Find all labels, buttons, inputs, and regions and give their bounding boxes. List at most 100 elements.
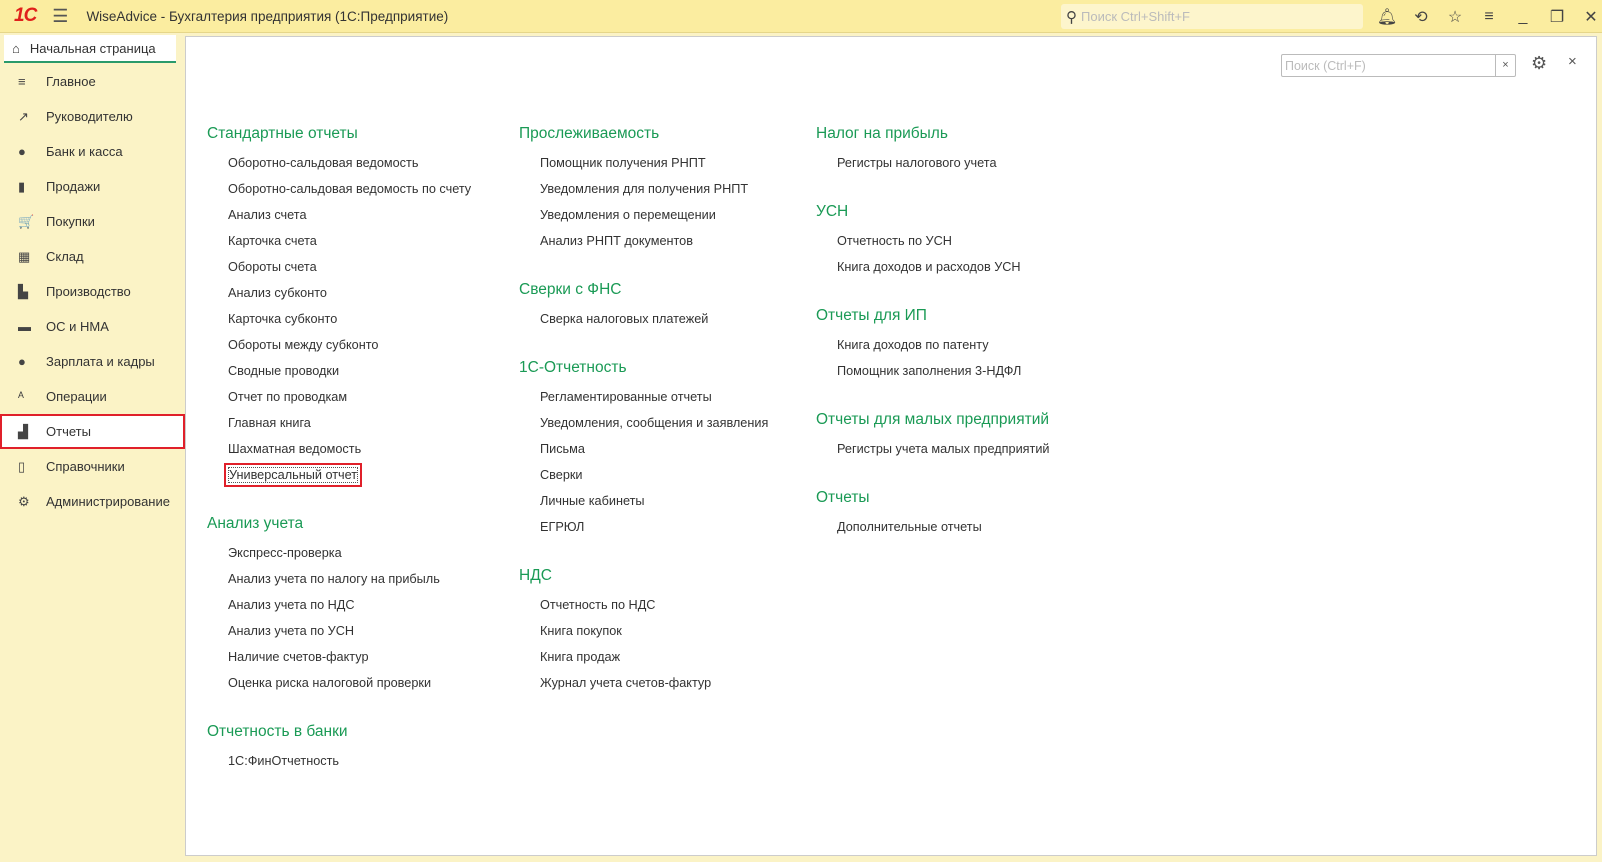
- restore-icon[interactable]: ❐: [1540, 7, 1574, 27]
- reports-panel: Поиск (Ctrl+F) × ⚙ × Стандартные отчеты Об…: [185, 36, 1597, 856]
- section-icon: ▮: [18, 178, 26, 194]
- section-icon: ▬: [18, 319, 31, 334]
- group-heading: 1С-Отчетность: [519, 359, 627, 376]
- group-heading: Отчеты: [816, 489, 870, 506]
- report-link[interactable]: Книга доходов по патенту: [816, 337, 1050, 363]
- report-link[interactable]: Книга продаж: [519, 649, 768, 675]
- report-link[interactable]: Регистры учета малых предприятий: [816, 441, 1050, 467]
- sidebar-item[interactable]: ▙ Производство: [0, 274, 185, 309]
- group-heading: Отчеты для малых предприятий: [816, 411, 1050, 428]
- report-link[interactable]: Карточка счета: [207, 233, 471, 259]
- section-icon: ↗: [18, 108, 29, 124]
- title-bar: 1С ☰ WiseAdvice - Бухгалтерия предприяти…: [0, 0, 1602, 33]
- report-link[interactable]: Книга покупок: [519, 623, 768, 649]
- report-link[interactable]: Наличие счетов-фактур: [207, 649, 471, 675]
- report-link[interactable]: Личные кабинеты: [519, 493, 768, 519]
- report-link[interactable]: Анализ учета по УСН: [207, 623, 471, 649]
- group-heading: НДС: [519, 567, 552, 584]
- report-link[interactable]: Обороты между субконто: [207, 337, 471, 363]
- report-link[interactable]: Отчетность по НДС: [519, 597, 768, 623]
- sidebar: ≡ Главное ↗ Руководителю ● Банк и касса ▮ Прода…: [0, 64, 185, 519]
- menu-icon[interactable]: ☰: [52, 6, 68, 27]
- sidebar-item[interactable]: ↗ Руководителю: [0, 99, 185, 134]
- section-icon: ▯: [18, 458, 26, 474]
- search-icon: ⚲: [1066, 8, 1077, 26]
- sidebar-item[interactable]: ▬ ОС и НМА: [0, 309, 185, 344]
- report-link[interactable]: Универсальный отчет: [207, 463, 471, 493]
- sidebar-item[interactable]: ▦ Склад: [0, 239, 185, 274]
- report-link[interactable]: Помощник получения РНПТ: [519, 155, 768, 181]
- minimize-icon[interactable]: _: [1506, 8, 1540, 26]
- group-heading: Отчеты для ИП: [816, 307, 927, 324]
- group-heading: Анализ учета: [207, 515, 304, 532]
- report-link[interactable]: Уведомления для получения РНПТ: [519, 181, 768, 207]
- report-link[interactable]: Обороты счета: [207, 259, 471, 285]
- section-icon: ⚙: [18, 493, 30, 509]
- group-heading: Стандартные отчеты: [207, 125, 358, 142]
- panel-search-input[interactable]: Поиск (Ctrl+F) ×: [1281, 54, 1516, 77]
- report-link[interactable]: Регламентированные отчеты: [519, 389, 768, 415]
- global-search-input[interactable]: ⚲ Поиск Ctrl+Shift+F: [1061, 4, 1363, 29]
- home-icon: ⌂: [12, 40, 20, 56]
- report-link[interactable]: Карточка субконто: [207, 311, 471, 337]
- report-link[interactable]: Отчет по проводкам: [207, 389, 471, 415]
- report-link[interactable]: Анализ учета по НДС: [207, 597, 471, 623]
- section-icon: ≡: [18, 74, 26, 89]
- tab-home[interactable]: ⌂ Начальная страница: [4, 35, 176, 63]
- report-link[interactable]: Отчетность по УСН: [816, 233, 1050, 259]
- bell-icon[interactable]: 🔔︎: [1370, 7, 1404, 27]
- report-link[interactable]: Главная книга: [207, 415, 471, 441]
- report-link[interactable]: Сверка налоговых платежей: [519, 311, 768, 337]
- report-link[interactable]: Анализ субконто: [207, 285, 471, 311]
- group-heading: Сверки с ФНС: [519, 281, 622, 298]
- report-link[interactable]: Сводные проводки: [207, 363, 471, 389]
- report-link[interactable]: Шахматная ведомость: [207, 441, 471, 467]
- report-link[interactable]: Экспресс-проверка: [207, 545, 471, 571]
- section-icon: ▟: [18, 423, 28, 439]
- group-heading: Прослеживаемость: [519, 125, 660, 142]
- sidebar-item[interactable]: ≡ Главное: [0, 64, 185, 99]
- report-link[interactable]: Регистры налогового учета: [816, 155, 1050, 181]
- report-link[interactable]: Уведомления о перемещении: [519, 207, 768, 233]
- report-link[interactable]: Оборотно-сальдовая ведомость: [207, 155, 471, 181]
- section-icon: 🛒: [18, 213, 35, 229]
- report-link[interactable]: Анализ учета по налогу на прибыль: [207, 571, 471, 597]
- history-icon[interactable]: ⟲: [1404, 7, 1438, 27]
- report-link[interactable]: Оборотно-сальдовая ведомость по счету: [207, 181, 471, 207]
- column-2: Прослеживаемость Помощник получения РНПТ У…: [519, 124, 768, 701]
- section-icon: ▦: [18, 248, 31, 264]
- sidebar-item[interactable]: ᴬ Операции: [0, 379, 185, 414]
- sidebar-item[interactable]: ● Банк и касса: [0, 134, 185, 169]
- report-link[interactable]: Журнал учета счетов-фактур: [519, 675, 768, 701]
- section-icon: ●: [18, 354, 26, 369]
- report-link[interactable]: Сверки: [519, 467, 768, 493]
- sidebar-item[interactable]: 🛒 Покупки: [0, 204, 185, 239]
- window-title: WiseAdvice - Бухгалтерия предприятия (1С…: [86, 8, 449, 24]
- report-link[interactable]: 1С:ФинОтчетность: [207, 753, 471, 779]
- group-heading: УСН: [816, 203, 849, 220]
- close-panel-button[interactable]: ×: [1568, 53, 1577, 70]
- gear-icon[interactable]: ⚙: [1531, 53, 1547, 74]
- report-link[interactable]: Оценка риска налоговой проверки: [207, 675, 471, 701]
- sidebar-item[interactable]: ● Зарплата и кадры: [0, 344, 185, 379]
- section-icon: ᴬ: [18, 389, 24, 404]
- group-heading: Налог на прибыль: [816, 125, 948, 142]
- report-link[interactable]: Уведомления, сообщения и заявления: [519, 415, 768, 441]
- sidebar-item[interactable]: ▯ Справочники: [0, 449, 185, 484]
- clear-search-button[interactable]: ×: [1495, 55, 1515, 76]
- report-link[interactable]: Помощник заполнения 3-НДФЛ: [816, 363, 1050, 389]
- sidebar-item[interactable]: ⚙ Администрирование: [0, 484, 185, 519]
- report-link[interactable]: Дополнительные отчеты: [816, 519, 1050, 545]
- close-window-icon[interactable]: ✕: [1574, 7, 1602, 27]
- sidebar-item[interactable]: ▟ Отчеты: [0, 414, 185, 449]
- report-link[interactable]: Анализ РНПТ документов: [519, 233, 768, 259]
- group-heading: Отчетность в банки: [207, 723, 348, 740]
- report-link[interactable]: Книга доходов и расходов УСН: [816, 259, 1050, 285]
- report-link[interactable]: Письма: [519, 441, 768, 467]
- column-3: Налог на прибыль Регистры налогового учет…: [816, 124, 1050, 545]
- report-link[interactable]: Анализ счета: [207, 207, 471, 233]
- settings-menu-icon[interactable]: ≡: [1472, 8, 1506, 26]
- star-icon[interactable]: ☆: [1438, 7, 1472, 27]
- report-link[interactable]: ЕГРЮЛ: [519, 519, 768, 545]
- sidebar-item[interactable]: ▮ Продажи: [0, 169, 185, 204]
